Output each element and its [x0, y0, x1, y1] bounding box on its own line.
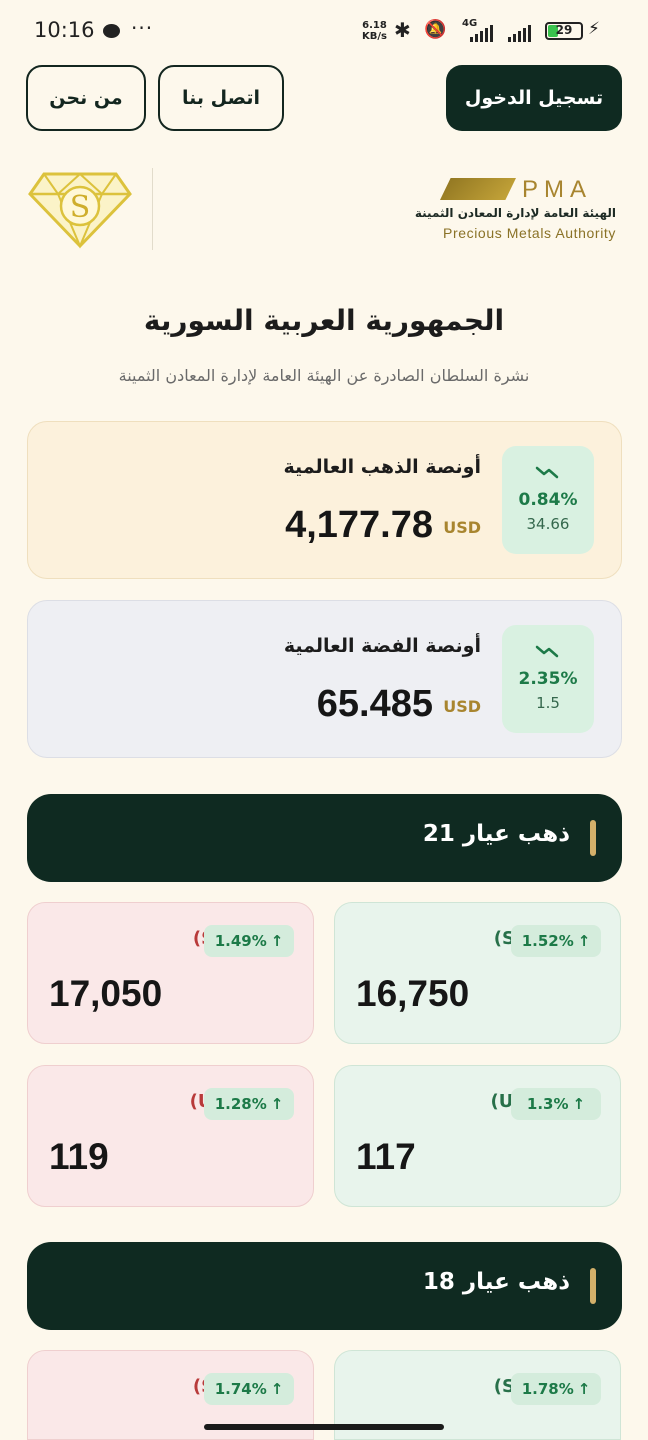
percent-value: 1.74%	[214, 1380, 267, 1398]
percent-value: 1.3%	[526, 1095, 569, 1113]
more-dots-icon: ···	[131, 16, 154, 40]
gold-change-box: 0.84% 34.66	[502, 446, 594, 554]
arrow-up-icon: ↑	[270, 1380, 284, 1398]
pma-logo: PMA الهيئة العامة لإدارة المعادن الثمينة…	[414, 176, 618, 246]
section-title: ذهب عيار 18	[422, 1269, 570, 1295]
gold-ounce-label: أونصة الذهب العالمية	[283, 456, 482, 478]
price-value: 117	[356, 1136, 416, 1177]
percent-value: 1.28%	[214, 1095, 267, 1113]
logo-divider	[152, 168, 153, 250]
silver-change-amount: 1.5	[536, 694, 560, 712]
gold-21k-sell-usd-card[interactable]: مبيع (USD) 1.28%↑ 119	[27, 1065, 314, 1207]
bluetooth-icon: ✱	[394, 18, 411, 42]
silver-ounce-card[interactable]: أونصة الفضة العالمية 65.485 USD 2.35% 1.…	[27, 600, 622, 758]
section-gold-21k-header[interactable]: ذهب عيار 21	[27, 794, 622, 882]
status-time: 10:16	[34, 18, 95, 42]
gold-21k-buy-syp-card[interactable]: شراء (SYP) 1.52%↑ 16,750	[334, 902, 621, 1044]
arrow-up-icon: ↑	[270, 1095, 284, 1113]
home-indicator[interactable]	[204, 1424, 444, 1430]
about-button[interactable]: من نحن	[26, 65, 146, 131]
network-speed: 6.18 KB/s	[362, 20, 387, 42]
diamond-s-logo: S	[28, 172, 132, 249]
silver-ounce-unit: USD	[443, 697, 481, 716]
pma-flag-icon	[440, 178, 516, 200]
trend-up-icon	[535, 645, 559, 658]
change-chip: 1.28% ↑	[204, 1088, 294, 1120]
gold-21k-sell-syp-card[interactable]: مبيع (SYP) 1.49%↑ 17,050	[27, 902, 314, 1044]
chat-icon	[103, 24, 120, 38]
section-accent-bar	[590, 1268, 596, 1304]
price-value: 17,050	[49, 973, 163, 1014]
battery-icon: 29	[545, 22, 583, 40]
gold-21k-buy-usd-card[interactable]: شراء (USD) 1.3%↑ 117	[334, 1065, 621, 1207]
speed-value: 6.18	[362, 20, 387, 31]
charging-icon: ⚡	[588, 19, 600, 39]
logo-s-letter: S	[70, 190, 91, 225]
arrow-up-icon: ↑	[572, 1095, 586, 1113]
speed-unit: KB/s	[362, 31, 387, 42]
section-title: ذهب عيار 21	[422, 821, 570, 847]
battery-percent: 29	[555, 23, 573, 37]
price-value: 119	[49, 1136, 109, 1177]
gold-change-percent: 0.84%	[518, 490, 578, 510]
change-chip: 1.3% ↑	[511, 1088, 601, 1120]
page-title: الجمهورية العربية السورية	[143, 304, 505, 337]
status-bar: 10:16 ··· 6.18 KB/s ✱ 🔕 4G 29 ⚡	[0, 0, 648, 62]
silver-ounce-label: أونصة الفضة العالمية	[283, 635, 481, 657]
change-chip: 1.52% ↑	[511, 925, 601, 957]
silver-ounce-price: 65.485	[316, 683, 433, 725]
pma-letters: PMA	[522, 176, 593, 203]
arrow-up-icon: ↑	[577, 1380, 591, 1398]
section-accent-bar	[590, 820, 596, 856]
change-chip: 1.49% ↑	[204, 925, 294, 957]
signal-icon	[470, 22, 493, 42]
signal-icon	[508, 22, 531, 42]
gold-change-amount: 34.66	[526, 515, 570, 533]
contact-button[interactable]: اتصل بنا	[158, 65, 284, 131]
price-value: 16,750	[356, 973, 470, 1014]
pma-arabic-name: الهيئة العامة لإدارة المعادن الثمينة	[414, 206, 616, 220]
mute-icon: 🔕	[424, 19, 447, 40]
page-subtitle: نشرة السلطان الصادرة عن الهيئة العامة لإ…	[118, 366, 530, 385]
pma-english-name: Precious Metals Authority	[443, 225, 616, 241]
trend-up-icon	[535, 466, 559, 479]
percent-value: 1.49%	[214, 932, 267, 950]
login-button[interactable]: تسجيل الدخول	[446, 65, 622, 131]
arrow-up-icon: ↑	[577, 932, 591, 950]
percent-value: 1.78%	[521, 1380, 574, 1398]
change-chip: 1.78% ↑	[511, 1373, 601, 1405]
gold-ounce-card[interactable]: أونصة الذهب العالمية 4,177.78 USD 0.84% …	[27, 421, 622, 579]
section-gold-18k-header[interactable]: ذهب عيار 18	[27, 1242, 622, 1330]
silver-change-box: 2.35% 1.5	[502, 625, 594, 733]
change-chip: 1.74% ↑	[204, 1373, 294, 1405]
gold-ounce-unit: USD	[443, 518, 481, 537]
arrow-up-icon: ↑	[270, 932, 284, 950]
silver-change-percent: 2.35%	[518, 669, 578, 689]
percent-value: 1.52%	[521, 932, 574, 950]
gold-ounce-price: 4,177.78	[285, 504, 433, 546]
